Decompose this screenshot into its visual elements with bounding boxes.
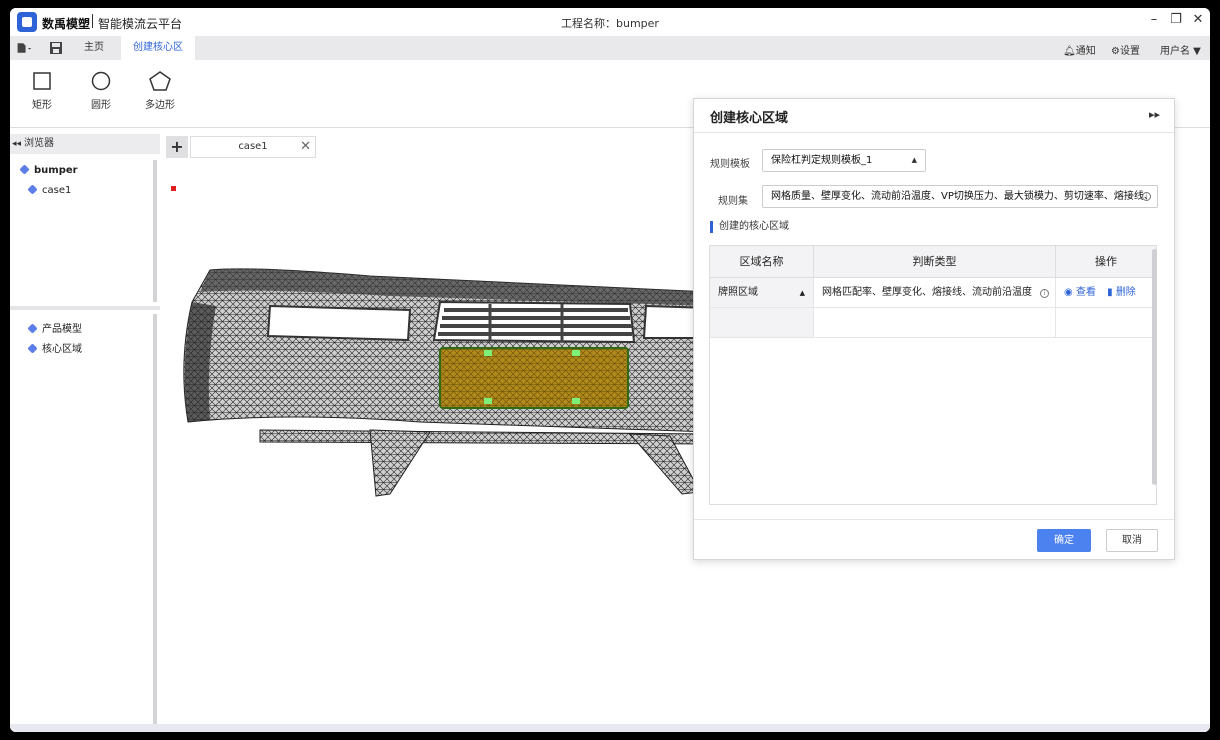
product-model-icon [27,323,38,334]
table-cell-empty [814,308,1056,338]
circle-tool-button[interactable]: 圆形 [76,70,126,111]
case-icon [27,184,38,195]
tab-home[interactable]: 主页 [72,36,116,60]
notify-link[interactable]: 🔔︎通知 [1063,42,1096,57]
column-header-name: 区域名称 [710,246,814,278]
close-tab-icon[interactable]: ✕ [300,137,311,157]
collapse-dialog-icon[interactable]: ▸▸ [1149,108,1160,121]
rule-set-label: 规则集 [718,196,748,207]
trash-icon: ▮ [1107,287,1113,298]
confirm-button[interactable]: 确定 [1037,529,1091,552]
dialog-title: 创建核心区域 [710,111,789,126]
browser-panel: ◂◂ 浏览器 bumper case1 产品模型 核心区域 [10,134,160,732]
dialog-footer-divider [694,519,1174,520]
create-core-region-dialog: 创建核心区域 ▸▸ 规则模板 保险杠判定规则模板_1 ▲ 规则集 网格质量、壁厚… [693,98,1175,560]
tree-item-core-region[interactable]: 核心区域 [27,340,82,355]
rule-template-select[interactable]: 保险杠判定规则模板_1 ▲ [762,149,926,172]
table-cell-empty [1056,308,1156,338]
view-button[interactable]: ◉ 查看 [1064,287,1096,298]
core-region-icon [27,343,38,354]
user-menu[interactable]: 用户名 ▼ [1160,42,1201,57]
settings-link[interactable]: ⚙设置 [1111,42,1140,57]
title-bar: 数禹模塑 智能模流云平台 工程名称：bumper – ❐ ✕ [10,8,1210,36]
region-actions-cell: ◉ 查看 ▮ 删除 [1056,278,1156,308]
circle-icon [91,71,111,91]
tab-case1[interactable]: case1 ✕ [190,136,316,158]
app-window: 数禹模塑 智能模流云平台 工程名称：bumper – ❐ ✕ 主页 创建核心区 … [10,8,1210,732]
minimize-button[interactable]: – [1145,12,1163,27]
tree-item-bumper[interactable]: bumper [19,164,78,176]
dialog-divider [694,132,1174,133]
bell-icon: 🔔︎ [1063,46,1076,57]
bumper-mesh-model[interactable] [170,262,730,522]
save-icon[interactable] [48,40,64,56]
menu-bar: 主页 创建核心区 🔔︎通知 ⚙设置 用户名 ▼ [10,36,1210,60]
eye-icon: ◉ [1064,287,1073,298]
polygon-tool-button[interactable]: 多边形 [135,70,185,111]
info-icon[interactable]: i [1142,192,1151,201]
table-row[interactable]: 牌照区域 ▲ [710,278,814,308]
tab-create-core[interactable]: 创建核心区 [121,36,195,60]
rectangle-tool-button[interactable]: 矩形 [17,70,67,111]
model-icon [19,164,30,175]
tree-item-case1[interactable]: case1 [27,184,71,196]
delete-button[interactable]: ▮ 删除 [1107,287,1136,298]
collapse-left-icon[interactable]: ◂◂ [12,134,21,154]
region-type-cell: 网格匹配率、壁厚变化、熔接线、流动前沿温度 i [814,278,1056,308]
table-row-empty [710,308,814,338]
close-window-button[interactable]: ✕ [1189,12,1207,27]
add-tab-button[interactable]: + [166,136,188,158]
browser-scrollbar[interactable] [153,160,157,302]
core-region-table: 区域名称 判断类型 操作 牌照区域 ▲ 网格匹配率、壁厚变化、熔接线、流动前沿温… [709,245,1157,505]
panel-divider[interactable] [10,306,160,310]
pentagon-icon [149,71,171,91]
table-scrollbar[interactable] [1152,249,1157,485]
caret-up-icon: ▲ [799,289,805,297]
rule-template-label: 规则模板 [710,159,750,170]
info-icon[interactable]: i [1040,289,1049,298]
lower-scrollbar[interactable] [153,314,157,726]
status-strip [10,724,1210,732]
section-created-regions: 创建的核心区域 [710,221,789,233]
caret-up-icon: ▲ [911,156,917,164]
project-title: 工程名称：bumper [561,17,659,30]
gear-icon: ⚙ [1111,46,1120,57]
browser-header: ◂◂ 浏览器 [10,134,160,154]
square-icon [33,72,51,90]
restore-button[interactable]: ❐ [1167,12,1185,27]
file-menu-icon[interactable] [16,40,32,56]
cancel-button[interactable]: 取消 [1106,529,1158,552]
column-header-actions: 操作 [1056,246,1156,278]
column-header-type: 判断类型 [814,246,1056,278]
rule-set-field[interactable]: 网格质量、壁厚变化、流动前沿温度、VP切换压力、最大锁模力、剪切速率、熔接线、 [762,185,1158,208]
origin-marker [171,186,176,191]
tree-item-product-model[interactable]: 产品模型 [27,320,82,335]
